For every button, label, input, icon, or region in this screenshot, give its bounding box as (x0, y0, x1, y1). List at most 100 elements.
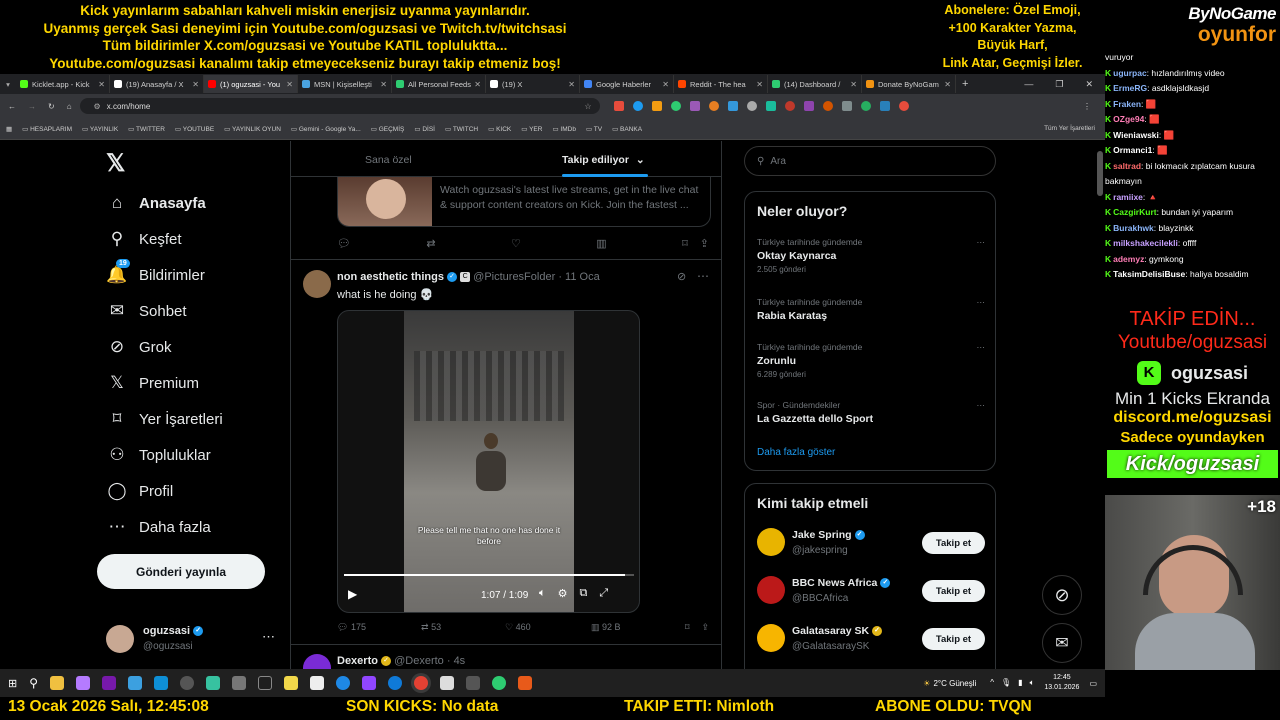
nav-item[interactable]: 🔔 19 Bildirimler (106, 259, 205, 285)
chat-username[interactable]: ademyz (1113, 254, 1144, 264)
app-icon[interactable] (440, 676, 455, 690)
menu-icon[interactable]: ⋮ (1083, 102, 1091, 111)
extension-icon[interactable] (841, 101, 852, 111)
share-icon[interactable]: ⇪ (700, 237, 709, 250)
bookmark-item[interactable]: ▭ BANKA (612, 125, 642, 133)
trend-more-icon[interactable]: ⋯ (977, 297, 986, 308)
forward-icon[interactable]: → (28, 102, 36, 111)
tab-close-icon[interactable]: ✕ (98, 80, 105, 89)
video-progress-track[interactable] (344, 574, 634, 576)
pip-icon[interactable]: ⧉ (579, 587, 587, 600)
tab-close-icon[interactable]: ✕ (944, 80, 951, 89)
trend-more-icon[interactable]: ⋯ (977, 342, 986, 353)
extension-icon[interactable] (860, 101, 871, 111)
chat-username[interactable]: Wieniawski (1113, 130, 1159, 140)
share-icon[interactable]: ⇪ (701, 622, 709, 633)
bookmark-item[interactable]: ▭ KICK (488, 125, 511, 133)
trend-item[interactable]: Türkiye tarihinde gündemde Rabia Karataş ⋯ (757, 297, 985, 322)
chat-username[interactable]: ErmeRG (1113, 83, 1147, 93)
browser-tab[interactable]: Donate ByNoGam ✕ (862, 75, 956, 93)
volume-icon[interactable]: 🔈︎ (1030, 678, 1035, 688)
volume-icon[interactable]: 🔈︎ (539, 587, 546, 600)
nav-item[interactable]: ⋯ Daha fazla (106, 517, 211, 537)
apps-icon[interactable]: ▦ (6, 125, 12, 133)
views-icon[interactable]: ▥ (596, 237, 606, 250)
bookmark-item[interactable]: ▭ YER (521, 125, 542, 133)
tab-close-icon[interactable]: ✕ (662, 80, 669, 89)
bookmark-icon[interactable]: ⌑ (682, 237, 688, 250)
extension-icon[interactable] (822, 101, 833, 111)
tab-close-icon[interactable]: ✕ (474, 80, 481, 89)
follow-button[interactable]: Takip et (922, 532, 985, 554)
back-icon[interactable]: ← (8, 102, 16, 111)
link-card[interactable]: Watch oguzsasi's latest live streams, ge… (337, 177, 711, 227)
tab-close-icon[interactable]: ✕ (192, 80, 199, 89)
chat-username[interactable]: milkshakecilekli (1113, 238, 1178, 248)
clock[interactable]: 12:45 13.01.2026 (1044, 673, 1079, 693)
like-icon[interactable]: ♡ (511, 237, 521, 250)
search-input[interactable]: ⚲ Ara (744, 146, 996, 176)
extension-icon[interactable] (879, 101, 890, 111)
account-switcher[interactable]: oguzsasi ✓ @oguzsasi ⋯ (106, 623, 284, 659)
app-icon[interactable] (206, 676, 221, 690)
maximize-icon[interactable]: ❐ (1055, 79, 1063, 90)
new-tab-button[interactable]: + (962, 78, 968, 90)
follow-button[interactable]: Takip et (922, 580, 985, 602)
tweet-avatar[interactable] (303, 654, 331, 669)
tweet-author[interactable]: Dexerto (337, 655, 378, 667)
weather-text[interactable]: 2°C Güneşli (933, 679, 976, 688)
chat-username[interactable]: Ormanci1 (1113, 145, 1152, 155)
post-button[interactable]: Gönderi yayınla (97, 554, 265, 589)
all-bookmarks-link[interactable]: Tüm Yer İşaretleri (1044, 125, 1095, 132)
play-icon[interactable]: ▶ (348, 587, 357, 601)
bookmark-star-icon[interactable]: ☆ (584, 102, 591, 111)
app-icon[interactable] (180, 676, 195, 690)
url-bar[interactable]: ⚙ x.com/home ☆ (79, 98, 600, 114)
app-icon[interactable] (492, 676, 507, 690)
nav-item[interactable]: 𝕏 Premium (106, 373, 199, 393)
tab-for-you[interactable]: Sana özel (365, 154, 412, 166)
tweet-handle[interactable]: @Dexerto (394, 655, 444, 667)
bookmark-item[interactable]: ▭ Gemini - Google Ya... (291, 125, 361, 133)
tab-close-icon[interactable]: ✕ (286, 80, 293, 89)
settings-icon[interactable]: ⚙ (558, 587, 568, 600)
chat-username[interactable]: saltrad (1113, 161, 1141, 171)
sticky-notes-icon[interactable] (284, 676, 299, 690)
nav-item[interactable]: ⚲ Keşfet (106, 229, 182, 249)
extension-icon[interactable] (765, 101, 776, 111)
extension-icon[interactable] (651, 101, 662, 111)
tweet-date[interactable]: · 11 Oca (558, 271, 599, 283)
bookmark-item[interactable]: ▭ YAYINLIK OYUN (224, 125, 281, 133)
microphone-icon[interactable]: 🎙︎ (1001, 678, 1011, 688)
close-window-icon[interactable]: ✕ (1085, 79, 1093, 90)
extension-icon[interactable] (784, 101, 795, 111)
minimize-icon[interactable]: — (1024, 79, 1033, 90)
chat-username[interactable]: CazgirKurt (1113, 207, 1156, 217)
bookmark-item[interactable]: ▭ YAYINLIK (82, 125, 118, 133)
nav-item[interactable]: ◯ Profil (106, 481, 173, 501)
browser-tab[interactable]: (19) Anasayfa / X ✕ (110, 75, 204, 93)
trend-more-icon[interactable]: ⋯ (977, 400, 986, 411)
trend-item[interactable]: Türkiye tarihinde gündemde Oktay Kaynarca… (757, 237, 985, 274)
suggestion-row[interactable]: Jake Spring ✓ @jakespring Takip et (745, 526, 995, 566)
nav-item[interactable]: ✉ Sohbet (106, 301, 187, 321)
browser-tab[interactable]: (1) oguzsasi - You ✕ (204, 75, 298, 93)
chat-username[interactable]: TaksimDelisiBuse (1113, 269, 1185, 279)
trend-item[interactable]: Türkiye tarihinde gündemde Zorunlu 6.289 g… (757, 342, 985, 379)
views-button[interactable]: ▥ 92 B (591, 622, 667, 633)
app-icon[interactable] (258, 676, 273, 690)
like-button[interactable]: ♡ 460 (505, 622, 591, 633)
suggestion-row[interactable]: Galatasaray SK ✓ @GalatasaraySK Takip et (745, 622, 995, 662)
suggestion-row[interactable]: BBC News Africa ✓ @BBCAfrica Takip et (745, 574, 995, 614)
onenote-icon[interactable] (102, 676, 117, 690)
tray-chevron-icon[interactable]: ^ (990, 678, 994, 688)
bookmark-item[interactable]: ▭ TV (586, 125, 602, 133)
tab-close-icon[interactable]: ✕ (850, 80, 857, 89)
grok-float-icon[interactable]: ⊘ (1042, 575, 1082, 615)
chat-username[interactable]: Burakhwk (1113, 223, 1154, 233)
bookmark-item[interactable]: ▭ DİSİ (414, 125, 435, 133)
tweet-handle[interactable]: @PicturesFolder (473, 271, 555, 283)
reply-icon[interactable]: 💬︎ (337, 237, 351, 250)
reload-icon[interactable]: ↻ (48, 102, 55, 111)
twitch-icon[interactable] (362, 676, 377, 690)
